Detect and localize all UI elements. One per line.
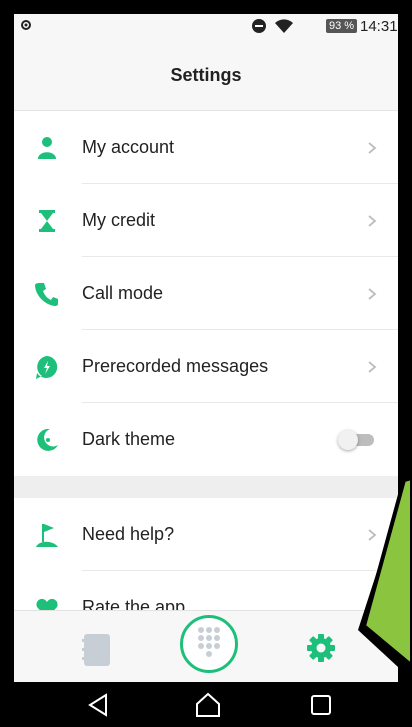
moon-icon [37,428,58,451]
battery-indicator: 93 % [326,19,358,33]
chevron-right-icon [368,141,377,154]
phone-icon [35,282,58,306]
settings-item-label: My credit [82,210,156,230]
contacts-icon[interactable] [82,633,112,667]
settings-item-label: Dark theme [82,429,176,449]
home-icon[interactable] [194,692,222,718]
settings-item-need-help[interactable]: Need help? [14,498,398,571]
settings-item-my-account[interactable]: My account [14,111,398,184]
bottom-navigation [14,610,398,682]
recent-apps-icon[interactable] [310,694,332,716]
settings-item-label: Prerecorded messages [82,356,269,376]
flag-icon [36,523,58,547]
wifi-icon [275,19,293,33]
settings-item-dark-theme[interactable]: Dark theme [14,403,398,476]
settings-item-label: Need help? [82,524,175,544]
back-icon[interactable] [86,692,112,718]
app-screen: 93 % 14:31 Settings My account My credit [14,14,398,682]
chevron-right-icon [368,287,377,300]
chevron-right-icon [368,360,377,373]
settings-item-my-credit[interactable]: My credit [14,184,398,257]
do-not-disturb-icon [252,19,266,33]
chevron-right-icon [368,214,377,227]
clock: 14:31 [360,18,398,35]
system-navigation-bar [0,682,412,727]
hourglass-icon [39,209,55,232]
settings-gear-icon[interactable] [306,633,336,663]
section-separator [14,476,398,498]
settings-item-label: My account [82,137,175,157]
notification-dot-icon [21,20,31,30]
status-bar: 93 % 14:31 [14,14,398,40]
toggle-knob [338,429,358,450]
page-title: Settings [170,64,242,85]
tutorial-arrow-overlay [358,470,412,680]
dialpad-icon[interactable] [180,615,238,673]
settings-list: My account My credit Call mode Prerecord… [14,111,398,644]
settings-item-call-mode[interactable]: Call mode [14,257,398,330]
message-bolt-icon [36,355,58,379]
person-icon [38,136,56,159]
app-header: Settings [14,40,398,111]
settings-item-label: Call mode [82,283,164,303]
dark-theme-toggle[interactable] [338,429,376,450]
settings-item-prerecorded-messages[interactable]: Prerecorded messages [14,330,398,403]
